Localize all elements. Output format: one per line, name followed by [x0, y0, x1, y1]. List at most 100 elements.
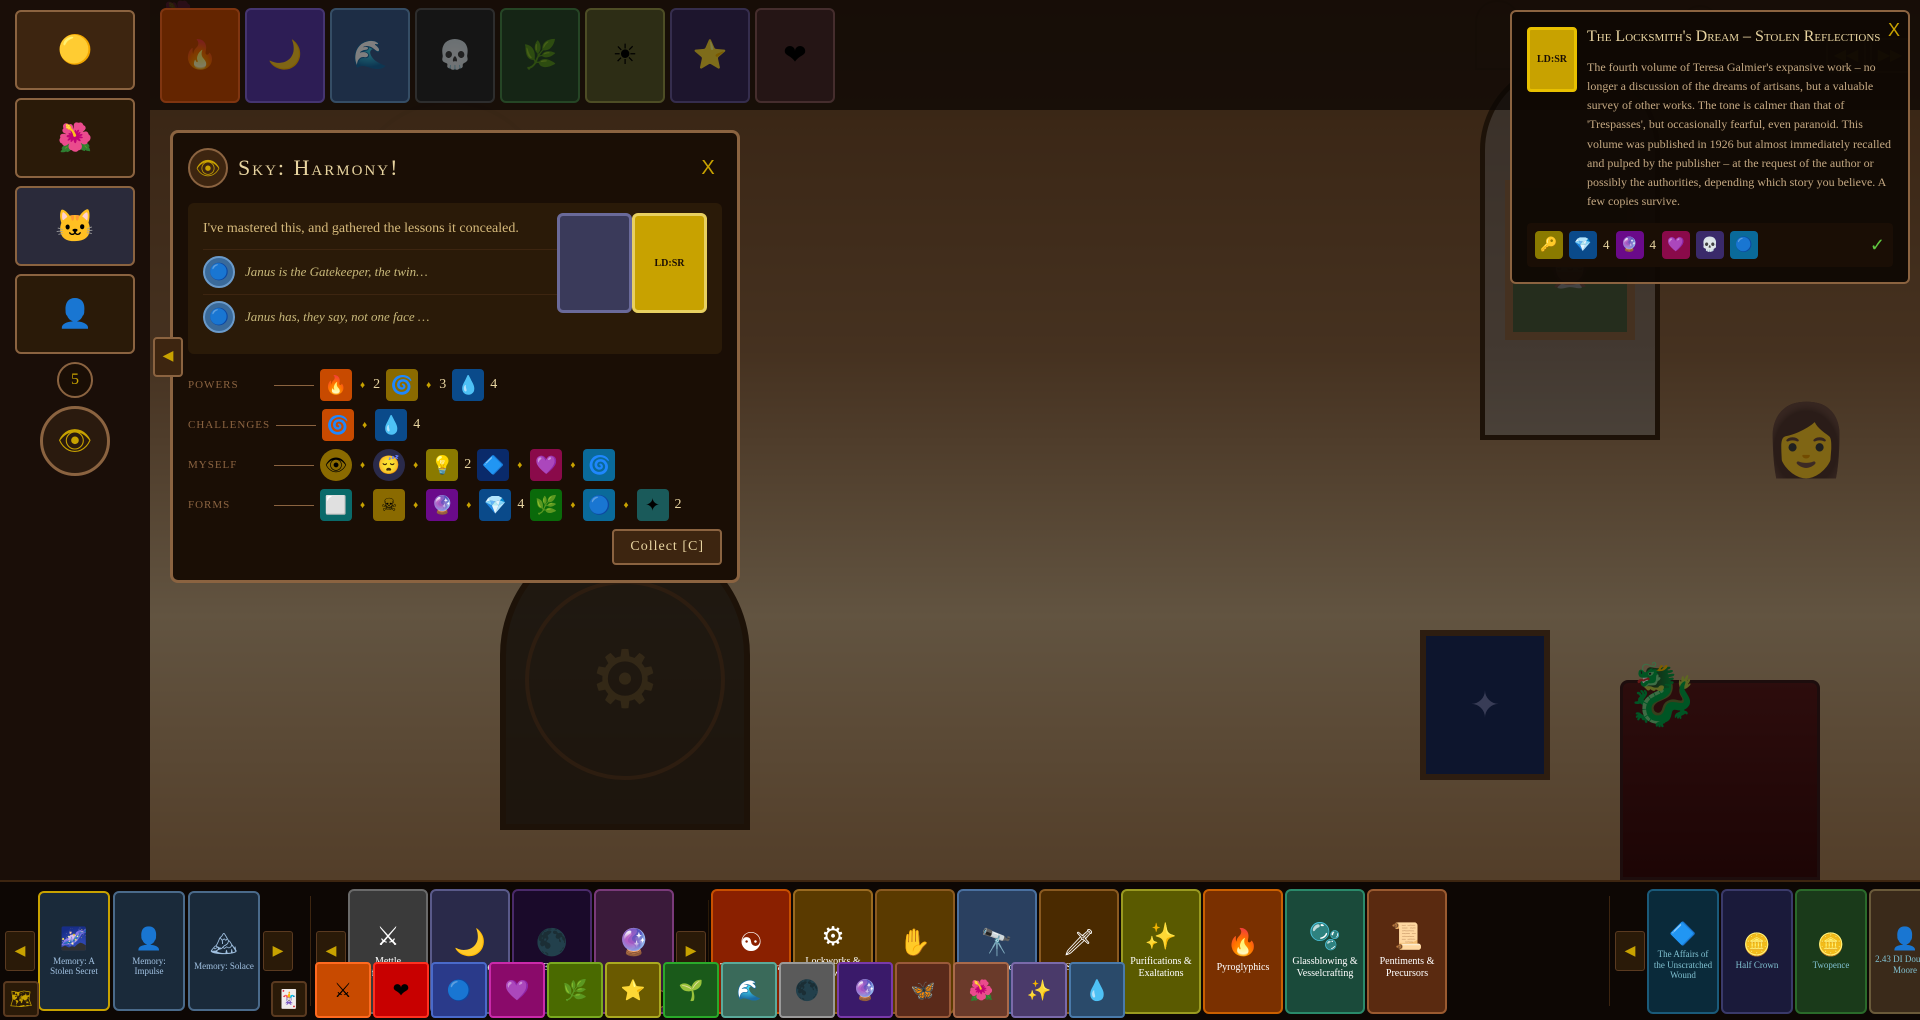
stacked-card-back[interactable] — [557, 213, 632, 313]
forms-label: Forms — [188, 499, 268, 511]
skill-card-shapt-icon: 🔮 — [618, 928, 650, 958]
secondary-cards-container: ⚔ ❤ 🔵 💜 🌿 ⭐ 🌱 🌊 🌑 🔮 🦋 🌺 ✨ 💧 — [310, 960, 1610, 1020]
challenges-icon-1[interactable]: 🌀 — [322, 409, 354, 441]
stacked-card-front[interactable]: LD:SR — [632, 213, 707, 313]
dialog-item-text-1: Janus is the Gatekeeper, the twin… — [245, 264, 428, 280]
sec-card-3[interactable]: 🔵 — [431, 962, 487, 1018]
req-icon-1: 🔑 — [1535, 231, 1563, 259]
powers-icon-3[interactable]: 💧 — [452, 369, 484, 401]
skill-card-lockworks-icon: ⚙ — [821, 922, 844, 952]
sec-card-7[interactable]: 🌱 — [663, 962, 719, 1018]
skill-card-sharps-icon: 🗡 — [1062, 928, 1095, 958]
action-btn-map[interactable]: 🗺 — [3, 981, 39, 1017]
challenges-row: Challenges 🌀 ♦ 💧 4 — [188, 409, 722, 441]
sidebar-card-1[interactable]: 🟡 — [15, 10, 135, 90]
dialog-item-icon-1: 🔵 — [203, 256, 235, 288]
collect-button-container: Collect [C] — [188, 529, 722, 565]
sec-card-4[interactable]: 💜 — [489, 962, 545, 1018]
memory-card-3[interactable]: 🏔 Memory: Solace — [188, 891, 260, 1011]
memory-nav-right[interactable]: ▶ — [263, 931, 293, 971]
dialog-nav-left[interactable]: ◀ — [153, 337, 183, 377]
memory-card-1[interactable]: 🌌 Memory: A Stolen Secret — [38, 891, 110, 1011]
myself-line — [274, 465, 314, 466]
myself-icon-4[interactable]: 🔷 — [477, 449, 509, 481]
sec-card-12[interactable]: 🌺 — [953, 962, 1009, 1018]
skill-card-pentiments-icon: 📜 — [1391, 922, 1423, 952]
eye-button[interactable]: 👁 — [40, 406, 110, 476]
forms-icon-7[interactable]: ✦ — [637, 489, 669, 521]
memory-card-2[interactable]: 👤 Memory: Impulse — [113, 891, 185, 1011]
challenges-diamond: ♦ — [362, 420, 367, 431]
sec-card-14[interactable]: 💧 — [1069, 962, 1125, 1018]
myself-icon-3[interactable]: 💡 — [426, 449, 458, 481]
sec-card-5[interactable]: 🌿 — [547, 962, 603, 1018]
main-dialog: 👁 Sky: Harmony! X I've mastered this, an… — [170, 130, 740, 583]
sidebar-card-person[interactable]: 👤 — [15, 274, 135, 354]
memory-card-icon-3: 🏔 — [210, 931, 238, 957]
end-card-halfcrown[interactable]: 🪙 Half Crown — [1721, 889, 1793, 1014]
forms-icon-6[interactable]: 🔵 — [583, 489, 615, 521]
skill-card-purifications-icon: ✨ — [1145, 922, 1177, 952]
sidebar-number: 5 — [57, 362, 93, 398]
memory-nav-left[interactable]: ◀ — [5, 931, 35, 971]
memory-card-label-3: Memory: Solace — [194, 961, 254, 971]
powers-icon-1[interactable]: 🔥 — [320, 369, 352, 401]
forms-icon-2[interactable]: ☠ — [373, 489, 405, 521]
forms-num-1: 4 — [517, 497, 524, 513]
forms-icon-4[interactable]: 💎 — [479, 489, 511, 521]
forms-diamond-2: ♦ — [413, 500, 418, 511]
myself-icon-5[interactable]: 💜 — [530, 449, 562, 481]
powers-icon-2[interactable]: 🌀 — [386, 369, 418, 401]
forms-icon-3[interactable]: 🔮 — [426, 489, 458, 521]
dialog-description-area: I've mastered this, and gathered the les… — [188, 203, 722, 354]
memory-card-label-1: Memory: A Stolen Secret — [44, 956, 104, 976]
forms-icon-5[interactable]: 🌿 — [530, 489, 562, 521]
memory-card-icon-2: 👤 — [135, 926, 162, 952]
dialog-close-button[interactable]: X — [694, 154, 722, 182]
book-text-content: The Locksmith's Dream – Stolen Reflectio… — [1587, 27, 1893, 223]
checkmark: ✓ — [1870, 235, 1885, 256]
end-card-twopence-icon: 🪙 — [1817, 932, 1844, 958]
sec-card-8[interactable]: 🌊 — [721, 962, 777, 1018]
myself-row: Myself 👁 ♦ 😴 ♦ 💡 2 🔷 ♦ 💜 ♦ 🌀 — [188, 449, 722, 481]
myself-icon-6[interactable]: 🌀 — [583, 449, 615, 481]
myself-diamond-4: ♦ — [570, 460, 575, 471]
powers-label: Powers — [188, 379, 268, 391]
end-card-douglas[interactable]: 👤 2.43 DI Douglas Moore — [1869, 889, 1920, 1014]
book-panel-close-button[interactable]: X — [1888, 20, 1900, 41]
myself-icon-1[interactable]: 👁 — [320, 449, 352, 481]
sec-card-9[interactable]: 🌑 — [779, 962, 835, 1018]
sec-card-10[interactable]: 🔮 — [837, 962, 893, 1018]
sec-card-2[interactable]: ❤ — [373, 962, 429, 1018]
end-card-affairs[interactable]: 🔷 The Affairs of the Unscratched Wound — [1647, 889, 1719, 1014]
req-icon-4: 💜 — [1662, 231, 1690, 259]
challenges-label: Challenges — [188, 419, 270, 431]
end-card-twopence[interactable]: 🪙 Twopence — [1795, 889, 1867, 1014]
skill-card-wist-icon: 🌙 — [454, 928, 486, 958]
game-background: 🦉 ⚙ ⚙ ✦ 🐉 🌺 👩 🟡 🌺 🐱 — [0, 0, 1920, 1020]
forms-line — [274, 505, 314, 506]
forms-diamond-5: ♦ — [623, 500, 628, 511]
card-stack: LD:SR — [572, 213, 707, 313]
sidebar-card-2[interactable]: 🌺 — [15, 98, 135, 178]
sec-card-6[interactable]: ⭐ — [605, 962, 661, 1018]
end-nav-left[interactable]: ◀ — [1615, 931, 1645, 971]
challenges-line — [276, 425, 316, 426]
forms-diamond-4: ♦ — [570, 500, 575, 511]
sec-card-11[interactable]: 🦋 — [895, 962, 951, 1018]
powers-diamond-2: ♦ — [426, 380, 431, 391]
powers-num-2: 3 — [439, 377, 446, 393]
challenges-icon-2[interactable]: 💧 — [375, 409, 407, 441]
book-title: The Locksmith's Dream – Stolen Reflectio… — [1587, 27, 1893, 48]
forms-icon-1[interactable]: ⬜ — [320, 489, 352, 521]
sec-card-1[interactable]: ⚔ — [315, 962, 371, 1018]
book-requirements: 🔑 💎 4 🔮 4 💜 💀 🔵 ✓ — [1527, 223, 1893, 267]
action-btn-card[interactable]: 🃏 — [271, 981, 307, 1017]
end-card-affairs-name: The Affairs of the Unscratched Wound — [1653, 949, 1713, 981]
collect-button[interactable]: Collect [C] — [612, 529, 722, 565]
sec-card-13[interactable]: ✨ — [1011, 962, 1067, 1018]
book-id-card: LD:SR — [1527, 27, 1577, 92]
skill-card-pyroglyphics-icon: 🔥 — [1227, 928, 1259, 958]
sidebar-card-cat[interactable]: 🐱 — [15, 186, 135, 266]
myself-icon-2[interactable]: 😴 — [373, 449, 405, 481]
